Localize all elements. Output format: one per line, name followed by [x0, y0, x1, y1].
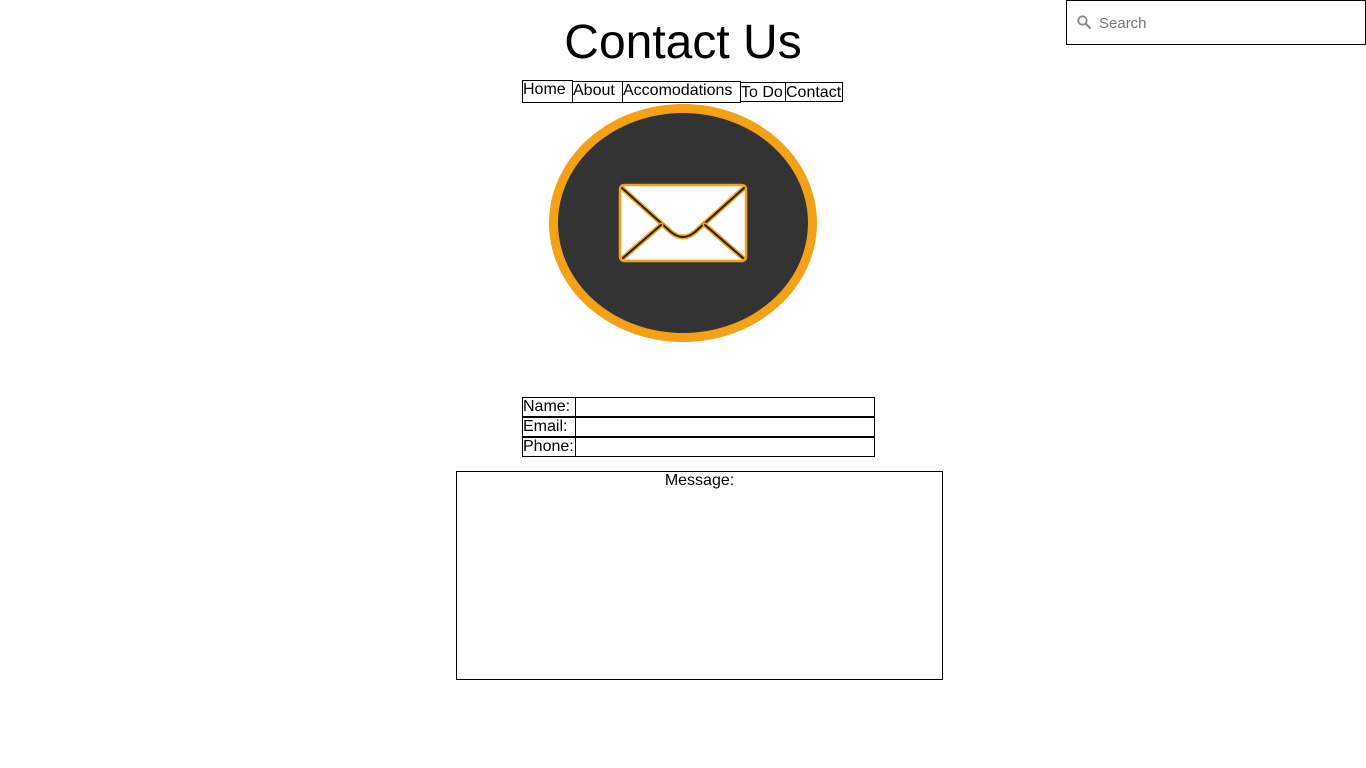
email-field[interactable] [575, 417, 875, 437]
message-field[interactable] [457, 492, 942, 679]
name-label: Name: [522, 397, 576, 417]
phone-field[interactable] [575, 437, 875, 457]
message-label: Message: [664, 472, 735, 489]
phone-row: Phone: [522, 437, 876, 457]
mail-logo [549, 104, 817, 342]
search-input[interactable] [1099, 11, 1349, 35]
nav-item-to-do[interactable]: To Do [740, 82, 786, 102]
phone-label: Phone: [522, 437, 576, 457]
nav-item-accomodations[interactable]: Accomodations [622, 81, 741, 103]
name-field[interactable] [575, 397, 875, 417]
email-row: Email: [522, 417, 876, 437]
email-label: Email: [522, 417, 576, 437]
nav-item-home[interactable]: Home [522, 80, 573, 103]
envelope-icon [618, 183, 748, 263]
name-row: Name: [522, 397, 876, 417]
search-icon [1077, 15, 1091, 29]
message-box: Message: [456, 471, 943, 680]
search-box[interactable] [1066, 0, 1366, 45]
nav-item-contact[interactable]: Contact [785, 82, 843, 102]
nav-item-about[interactable]: About [572, 81, 623, 103]
